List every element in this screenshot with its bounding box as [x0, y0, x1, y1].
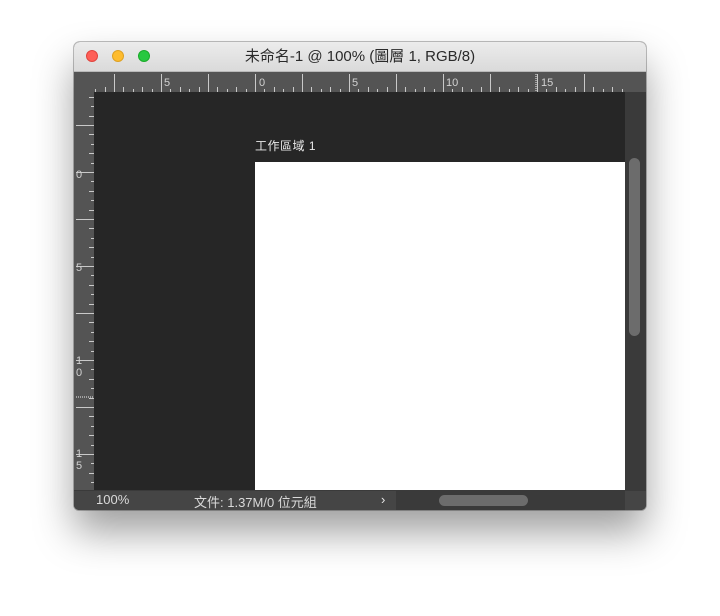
horizontal-scrollbar[interactable]	[396, 491, 625, 510]
ruler-label-top-4: 10	[446, 77, 458, 89]
pasteboard-canvas[interactable]: 工作區域 1	[94, 92, 625, 490]
document-info: 文件: 1.37M/0 位元組	[194, 495, 317, 510]
ruler-label-left-1: 0	[76, 169, 82, 181]
horizontal-ruler[interactable]: 5 0 5 10 15	[74, 72, 646, 92]
artboard-label[interactable]: 工作區域 1	[255, 137, 316, 154]
ruler-label-top-3: 5	[352, 77, 358, 89]
ruler-origin-corner[interactable]	[74, 72, 94, 92]
artboard[interactable]	[255, 162, 625, 490]
horizontal-scroll-thumb[interactable]	[439, 495, 528, 506]
window-title: 未命名-1 @ 100% (圖層 1, RGB/8)	[244, 48, 476, 65]
ruler-label-left-3b: 0	[76, 367, 82, 379]
vertical-scrollbar[interactable]	[625, 92, 646, 490]
document-window: 未命名-1 @ 100% (圖層 1, RGB/8) 5 0 5 10 15 0…	[74, 42, 646, 510]
status-menu-chevron-icon[interactable]: ›	[381, 492, 385, 507]
ruler-label-top-2: 0	[259, 77, 265, 89]
ruler-label-top-1: 5	[164, 77, 170, 89]
ruler-label-left-2: 5	[76, 262, 82, 274]
ruler-label-left-4b: 5	[76, 460, 82, 472]
vertical-ruler[interactable]: 0 5 1 0 1 5	[74, 92, 94, 490]
horizontal-ruler-ticks: 5 0 5 10 15	[95, 74, 623, 92]
zoom-level[interactable]: 100%	[96, 492, 129, 507]
vertical-ruler-ticks: 0 5 1 0 1 5	[76, 97, 94, 483]
title-bar[interactable]: 未命名-1 @ 100% (圖層 1, RGB/8)	[74, 42, 646, 72]
ruler-label-left-3a: 1	[76, 355, 82, 367]
ruler-label-left-4a: 1	[76, 448, 82, 460]
ruler-label-top-5: 15	[541, 77, 553, 89]
vertical-scroll-thumb[interactable]	[629, 158, 640, 336]
status-bar: 100% 文件: 1.37M/0 位元組 ›	[74, 490, 646, 510]
